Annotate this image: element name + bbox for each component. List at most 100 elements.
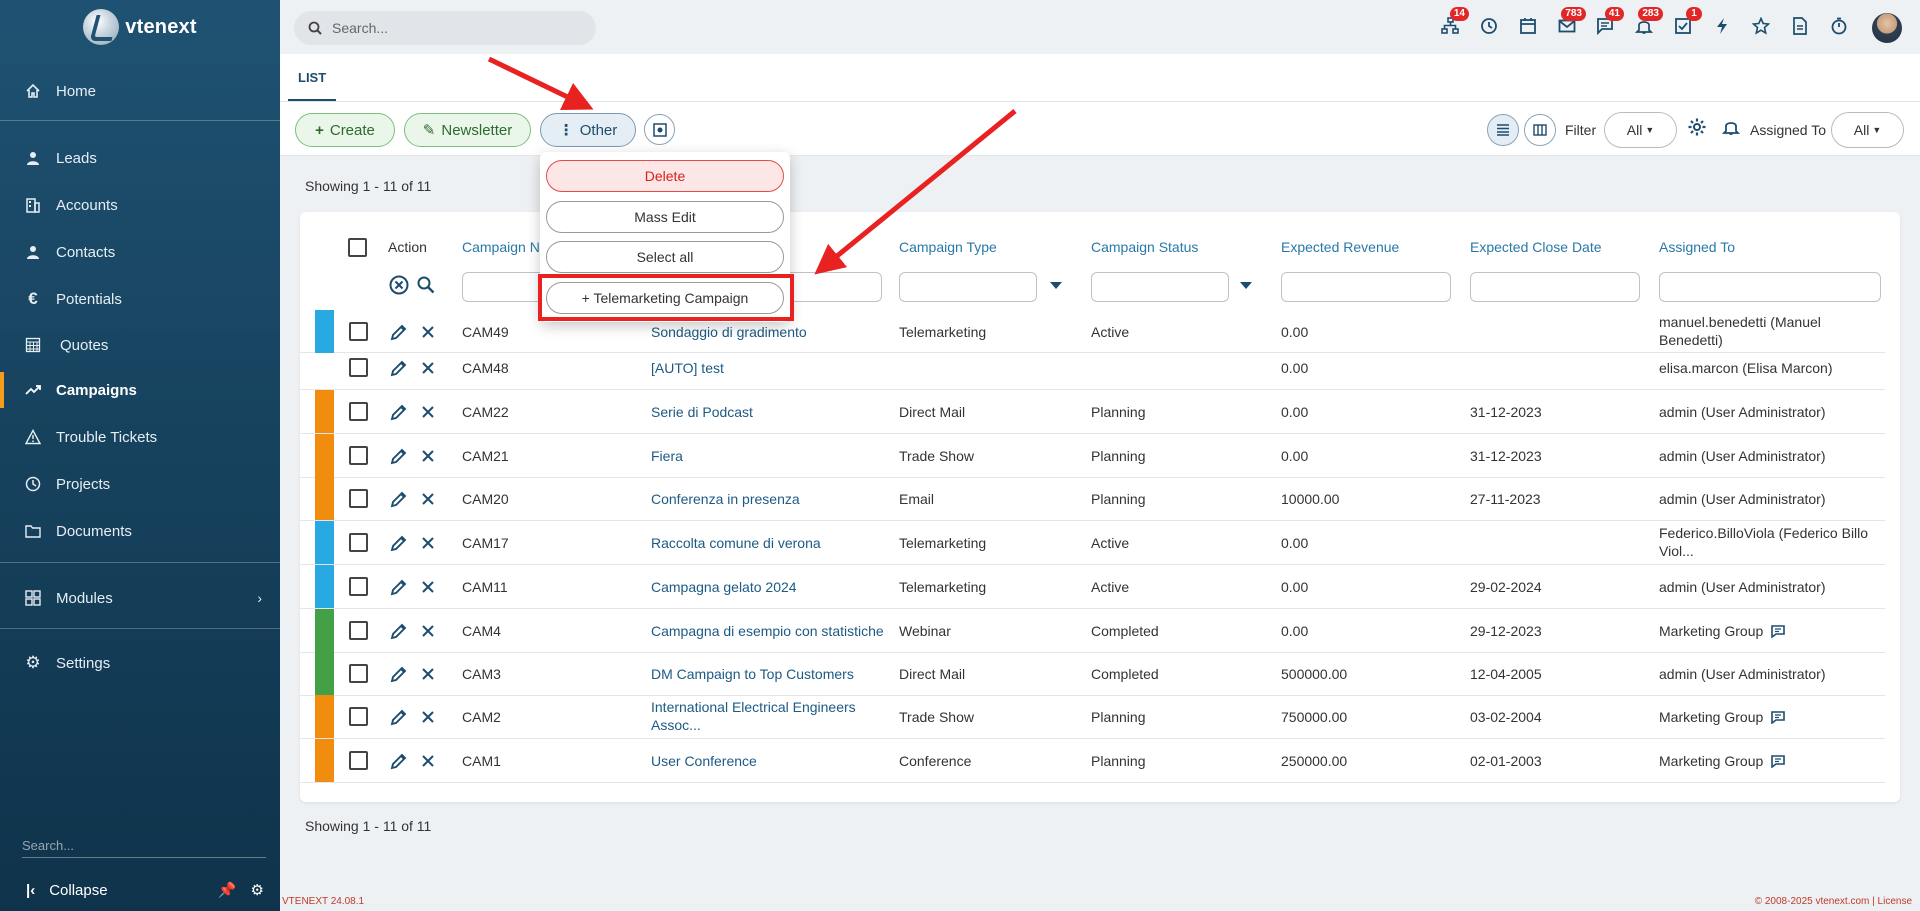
campaign-name-link[interactable]: Fiera: [651, 448, 861, 464]
campaign-status-filter-input[interactable]: [1091, 272, 1229, 302]
table-row[interactable]: CAM20 Conferenza in presenza Email Planning…: [300, 477, 1885, 521]
row-checkbox[interactable]: [349, 446, 368, 465]
caret-down-icon[interactable]: [1240, 282, 1252, 289]
pencil-icon[interactable]: [388, 576, 410, 598]
close-icon[interactable]: [417, 620, 439, 642]
close-icon[interactable]: [417, 357, 439, 379]
lightning-icon[interactable]: [1711, 15, 1733, 37]
group-chat-icon[interactable]: [1771, 711, 1785, 725]
pin-icon[interactable]: 📌: [218, 881, 237, 899]
close-icon[interactable]: [417, 576, 439, 598]
row-checkbox[interactable]: [349, 402, 368, 421]
column-header-expected-close-date[interactable]: Expected Close Date: [1470, 239, 1602, 255]
pencil-icon[interactable]: [388, 401, 410, 423]
document-icon[interactable]: [1789, 15, 1811, 37]
pencil-icon[interactable]: [388, 357, 410, 379]
select-all-checkbox[interactable]: [348, 238, 367, 257]
column-header-assigned-to[interactable]: Assigned To: [1659, 239, 1735, 255]
history-icon[interactable]: [1478, 15, 1500, 37]
close-icon[interactable]: [417, 445, 439, 467]
campaign-name-link[interactable]: [AUTO] test: [651, 360, 861, 376]
collapse-button[interactable]: |‹ Collapse 📌 ⚙: [0, 874, 280, 906]
search-icon[interactable]: [415, 274, 437, 296]
expected-revenue-filter-input[interactable]: [1281, 272, 1451, 302]
gear-icon[interactable]: ⚙: [251, 881, 264, 899]
group-chat-icon[interactable]: [1771, 625, 1785, 639]
sidebar-item-quotes[interactable]: Quotes: [0, 325, 280, 365]
chat-icon[interactable]: 41: [1594, 7, 1624, 37]
close-icon[interactable]: [417, 321, 439, 343]
assigned-to-select[interactable]: All ▼: [1831, 112, 1904, 148]
module-settings-button[interactable]: [644, 114, 675, 145]
close-icon[interactable]: [417, 663, 439, 685]
table-row[interactable]: CAM2 International Electrical Engineers A…: [300, 695, 1885, 739]
sidebar-item-leads[interactable]: Leads: [0, 138, 280, 178]
table-row[interactable]: CAM21 Fiera Trade Show Planning 0.00 31-12-20…: [300, 434, 1885, 478]
sidebar-item-modules[interactable]: Modules ›: [0, 578, 280, 618]
tasks-icon[interactable]: 1: [1672, 7, 1702, 37]
row-checkbox[interactable]: [349, 621, 368, 640]
pencil-icon[interactable]: [388, 321, 410, 343]
sidebar-search-input[interactable]: Search...: [22, 834, 266, 858]
pencil-icon[interactable]: [388, 532, 410, 554]
close-icon[interactable]: [417, 532, 439, 554]
global-search-input[interactable]: Search...: [294, 11, 596, 45]
filter-select[interactable]: All ▼: [1604, 112, 1677, 148]
row-checkbox[interactable]: [349, 664, 368, 683]
gear-icon[interactable]: [1686, 116, 1708, 138]
select-all-menu-item[interactable]: Select all: [546, 241, 784, 273]
campaign-name-link[interactable]: Conferenza in presenza: [651, 491, 861, 507]
kanban-view-button[interactable]: [1524, 114, 1556, 146]
pencil-icon[interactable]: [388, 663, 410, 685]
sidebar-item-documents[interactable]: Documents: [0, 511, 280, 551]
caret-down-icon[interactable]: [1050, 282, 1062, 289]
row-checkbox[interactable]: [349, 533, 368, 552]
row-checkbox[interactable]: [349, 707, 368, 726]
table-row[interactable]: CAM11 Campagna gelato 2024 Telemarketing Ac…: [300, 565, 1885, 609]
table-row[interactable]: CAM48 [AUTO] test 0.00 elisa.marcon (Elisa …: [300, 346, 1885, 390]
sidebar-item-campaigns[interactable]: Campaigns: [0, 370, 280, 410]
assigned-to-filter-input[interactable]: [1659, 272, 1881, 302]
table-row[interactable]: CAM17 Raccolta comune di verona Telemarket…: [300, 521, 1885, 565]
sidebar-item-contacts[interactable]: Contacts: [0, 232, 280, 272]
campaign-type-filter-input[interactable]: [899, 272, 1037, 302]
pencil-icon[interactable]: [388, 445, 410, 467]
delete-menu-item[interactable]: Delete: [546, 160, 784, 192]
timer-icon[interactable]: [1828, 15, 1850, 37]
row-checkbox[interactable]: [349, 577, 368, 596]
campaign-name-link[interactable]: International Electrical Engineers Assoc…: [651, 698, 861, 734]
table-row[interactable]: CAM1 User Conference Conference Planning 250…: [300, 739, 1885, 783]
pencil-icon[interactable]: [388, 488, 410, 510]
expected-close-date-filter-input[interactable]: [1470, 272, 1640, 302]
close-icon[interactable]: [417, 750, 439, 772]
row-checkbox[interactable]: [349, 322, 368, 341]
calendar-icon[interactable]: [1517, 15, 1539, 37]
campaign-name-link[interactable]: Campagna di esempio con statistiche: [651, 623, 884, 639]
column-header-expected-revenue[interactable]: Expected Revenue: [1281, 239, 1399, 255]
sidebar-item-accounts[interactable]: Accounts: [0, 185, 280, 225]
row-checkbox[interactable]: [349, 751, 368, 770]
sidebar-item-settings[interactable]: ⚙ Settings: [0, 643, 280, 683]
column-header-campaign-type[interactable]: Campaign Type: [899, 239, 997, 255]
campaign-name-link[interactable]: Sondaggio di gradimento: [651, 324, 861, 340]
user-avatar[interactable]: [1872, 13, 1902, 43]
table-row[interactable]: CAM4 Campagna di esempio con statistiche W…: [300, 609, 1885, 653]
pencil-icon[interactable]: [388, 620, 410, 642]
campaign-name-link[interactable]: Raccolta comune di verona: [651, 535, 861, 551]
mail-icon[interactable]: 783: [1556, 7, 1586, 37]
sidebar-item-home[interactable]: Home: [0, 71, 280, 111]
close-icon[interactable]: [417, 401, 439, 423]
network-icon[interactable]: 14: [1439, 7, 1469, 37]
clear-filter-icon[interactable]: [388, 274, 410, 296]
table-row[interactable]: CAM22 Serie di Podcast Direct Mail Planning…: [300, 390, 1885, 434]
star-icon[interactable]: [1750, 15, 1772, 37]
bell-icon[interactable]: 283: [1633, 7, 1663, 37]
row-checkbox[interactable]: [349, 358, 368, 377]
campaign-name-link[interactable]: DM Campaign to Top Customers: [651, 666, 861, 682]
create-button[interactable]: + Create: [295, 113, 395, 147]
campaign-name-link[interactable]: Serie di Podcast: [651, 404, 861, 420]
pencil-icon[interactable]: [388, 750, 410, 772]
campaign-name-link[interactable]: User Conference: [651, 753, 861, 769]
close-icon[interactable]: [417, 706, 439, 728]
bell-icon[interactable]: [1720, 116, 1742, 138]
